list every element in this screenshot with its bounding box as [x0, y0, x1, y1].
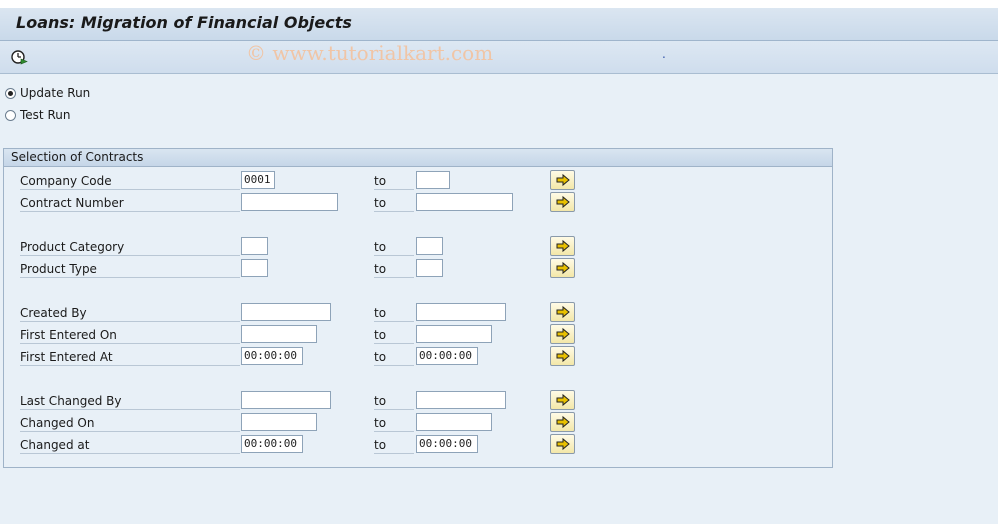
- group-header: Selection of Contracts: [4, 149, 832, 167]
- last-changed-by-label: Last Changed By: [20, 392, 240, 410]
- created-by-low-input[interactable]: [241, 303, 331, 321]
- to-label: to: [374, 414, 414, 432]
- contract-number-high-input[interactable]: [416, 193, 513, 211]
- execute-clock-icon: [11, 50, 28, 65]
- product-category-label: Product Category: [20, 238, 240, 256]
- arrow-right-icon: [556, 327, 570, 341]
- company-code-low-input[interactable]: 0001: [241, 171, 275, 189]
- first-entered-on-high-input[interactable]: [416, 325, 492, 343]
- changed-at-low-input[interactable]: 00:00:00: [241, 435, 303, 453]
- changed-on-low-input[interactable]: [241, 413, 317, 431]
- arrow-right-icon: [556, 195, 570, 209]
- arrow-right-icon: [556, 305, 570, 319]
- multiple-selection-button[interactable]: [550, 346, 575, 366]
- to-label: to: [374, 194, 414, 212]
- changed-on-label: Changed On: [20, 414, 240, 432]
- selection-of-contracts-group: Selection of Contracts Company Code 0001…: [3, 148, 833, 468]
- multiple-selection-button[interactable]: [550, 236, 575, 256]
- arrow-right-icon: [556, 437, 570, 451]
- group-title: Selection of Contracts: [11, 150, 144, 164]
- test-run-label: Test Run: [20, 108, 71, 122]
- product-category-low-input[interactable]: [241, 237, 268, 255]
- to-label: to: [374, 392, 414, 410]
- last-changed-by-high-input[interactable]: [416, 391, 506, 409]
- radio-selected-icon: [5, 87, 16, 99]
- arrow-right-icon: [556, 261, 570, 275]
- first-entered-on-low-input[interactable]: [241, 325, 317, 343]
- first-entered-at-high-input[interactable]: 00:00:00: [416, 347, 478, 365]
- radio-empty-icon: [5, 109, 16, 121]
- test-run-radio[interactable]: Test Run: [5, 108, 70, 122]
- created-by-high-input[interactable]: [416, 303, 506, 321]
- multiple-selection-button[interactable]: [550, 192, 575, 212]
- multiple-selection-button[interactable]: [550, 324, 575, 344]
- update-run-radio[interactable]: Update Run: [5, 86, 90, 100]
- company-code-high-input[interactable]: [416, 171, 450, 189]
- last-changed-by-low-input[interactable]: [241, 391, 331, 409]
- watermark-text: © www.tutorialkart.com: [246, 41, 494, 65]
- contract-number-label: Contract Number: [20, 194, 240, 212]
- to-label: to: [374, 238, 414, 256]
- changed-at-label: Changed at: [20, 436, 240, 454]
- multiple-selection-button[interactable]: [550, 258, 575, 278]
- product-type-low-input[interactable]: [241, 259, 268, 277]
- multiple-selection-button[interactable]: [550, 170, 575, 190]
- changed-on-high-input[interactable]: [416, 413, 492, 431]
- to-label: to: [374, 326, 414, 344]
- update-run-label: Update Run: [20, 86, 91, 100]
- to-label: to: [374, 348, 414, 366]
- product-type-high-input[interactable]: [416, 259, 443, 277]
- multiple-selection-button[interactable]: [550, 302, 575, 322]
- multiple-selection-button[interactable]: [550, 390, 575, 410]
- to-label: to: [374, 260, 414, 278]
- arrow-right-icon: [556, 415, 570, 429]
- page-title: Loans: Migration of Financial Objects: [16, 13, 352, 32]
- execute-button[interactable]: [8, 47, 30, 67]
- toolbar-dot: .: [662, 47, 666, 61]
- arrow-right-icon: [556, 393, 570, 407]
- changed-at-high-input[interactable]: 00:00:00: [416, 435, 478, 453]
- product-type-label: Product Type: [20, 260, 240, 278]
- first-entered-at-low-input[interactable]: 00:00:00: [241, 347, 303, 365]
- arrow-right-icon: [556, 349, 570, 363]
- product-category-high-input[interactable]: [416, 237, 443, 255]
- contract-number-low-input[interactable]: [241, 193, 338, 211]
- multiple-selection-button[interactable]: [550, 412, 575, 432]
- company-code-label: Company Code: [20, 172, 240, 190]
- arrow-right-icon: [556, 239, 570, 253]
- title-bar: Loans: Migration of Financial Objects: [0, 8, 998, 41]
- to-label: to: [374, 172, 414, 190]
- window-top-strip: [0, 0, 998, 8]
- to-label: to: [374, 436, 414, 454]
- created-by-label: Created By: [20, 304, 240, 322]
- multiple-selection-button[interactable]: [550, 434, 575, 454]
- to-label: to: [374, 304, 414, 322]
- first-entered-at-label: First Entered At: [20, 348, 240, 366]
- arrow-right-icon: [556, 173, 570, 187]
- application-toolbar: © www.tutorialkart.com .: [0, 41, 998, 74]
- first-entered-on-label: First Entered On: [20, 326, 240, 344]
